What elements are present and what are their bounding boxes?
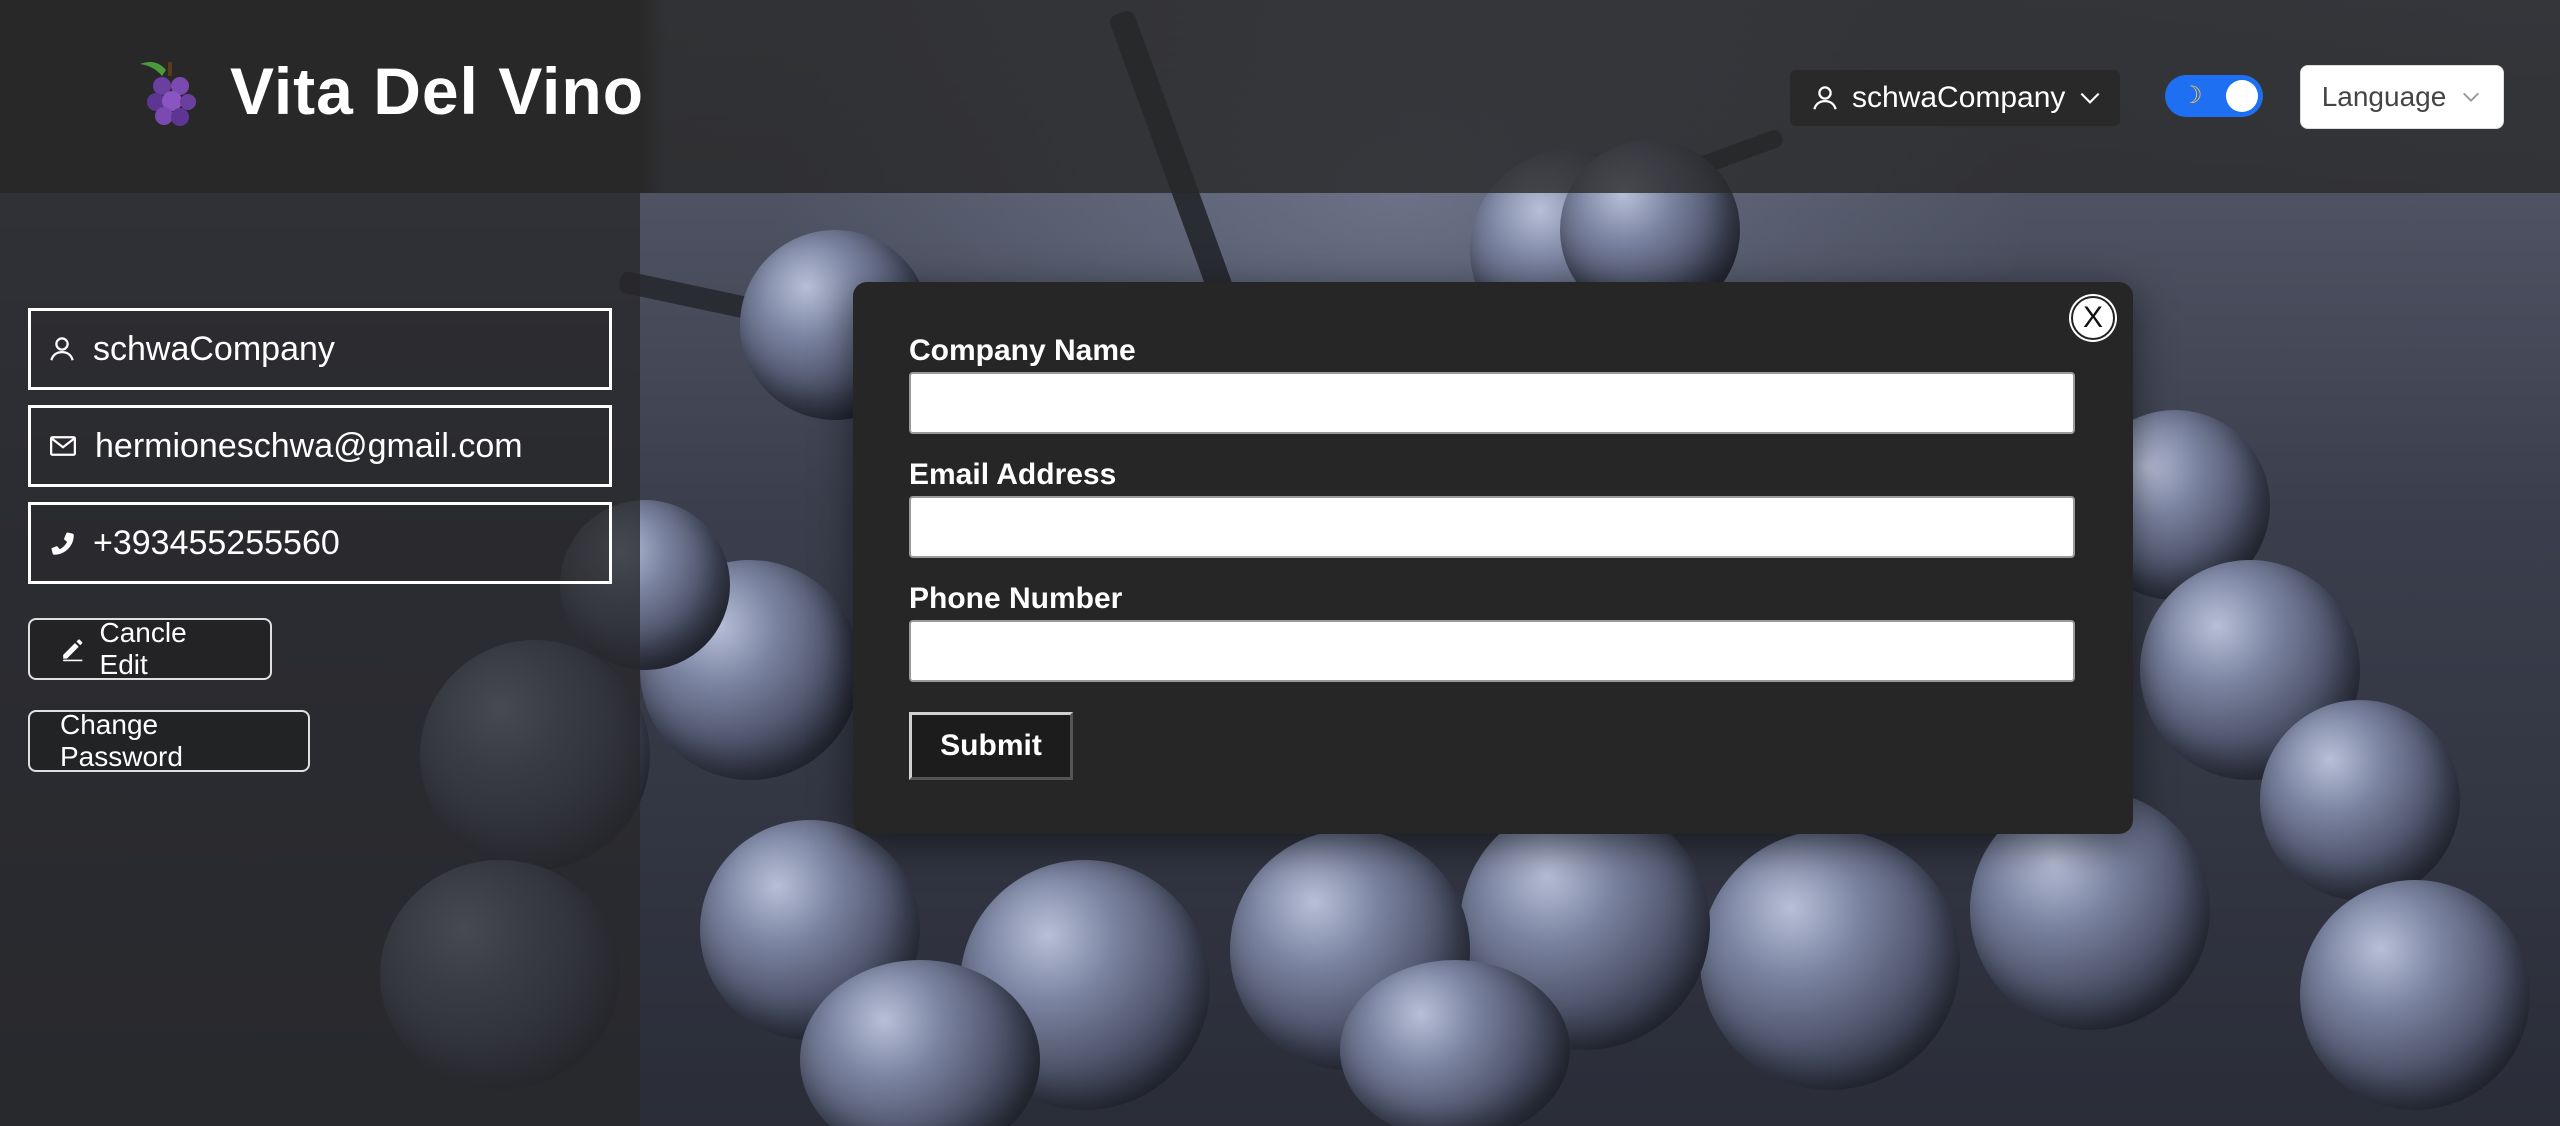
chevron-down-icon [2081,92,2100,104]
theme-toggle[interactable]: ☽ [2165,75,2263,117]
cancel-edit-label: Cancle Edit [99,617,187,680]
brand-title[interactable]: Vita Del Vino [230,50,644,132]
change-password-label: Change Password [60,709,183,772]
company-name-input[interactable] [909,372,2075,434]
company-name-label: Company Name [909,334,1136,367]
pencil-icon [63,639,83,662]
phone-number-label: Phone Number [909,582,1123,615]
user-menu-dropdown[interactable]: schwaCompany [1790,70,2120,126]
language-select[interactable]: Language [2300,65,2504,129]
grape [2260,700,2460,900]
profile-username: schwaCompany [28,308,612,390]
edit-company-modal: X Company Name Email Address Phone Numbe… [853,282,2133,834]
submit-button[interactable]: Submit [909,712,1073,780]
email-address-label: Email Address [909,458,1117,491]
profile-email: hermioneschwa@gmail.com [28,405,612,487]
language-label: Language [2321,81,2447,112]
email-address-input[interactable] [909,496,2075,558]
change-password-button[interactable]: Change Password [28,709,310,772]
moon-icon: ☽ [2181,82,2203,109]
user-menu-label: schwaCompany [1852,81,2066,114]
mail-icon [50,436,76,456]
user-icon [50,337,74,361]
user-icon [1813,86,1837,110]
username-text: schwaCompany [93,329,335,368]
email-text: hermioneschwa@gmail.com [95,426,523,465]
grape [1700,830,1960,1090]
phone-icon [51,532,74,555]
phone-number-input[interactable] [909,620,2075,682]
chevron-down-icon [2463,92,2480,102]
grape [2300,880,2530,1110]
grape-logo-icon[interactable] [136,56,206,132]
grape [1340,960,1570,1126]
cancel-edit-button[interactable]: Cancle Edit [28,617,272,680]
close-button[interactable]: X [2071,296,2115,340]
toggle-knob [2226,80,2258,112]
profile-phone: +393455255560 [28,502,612,584]
phone-text: +393455255560 [93,523,340,562]
